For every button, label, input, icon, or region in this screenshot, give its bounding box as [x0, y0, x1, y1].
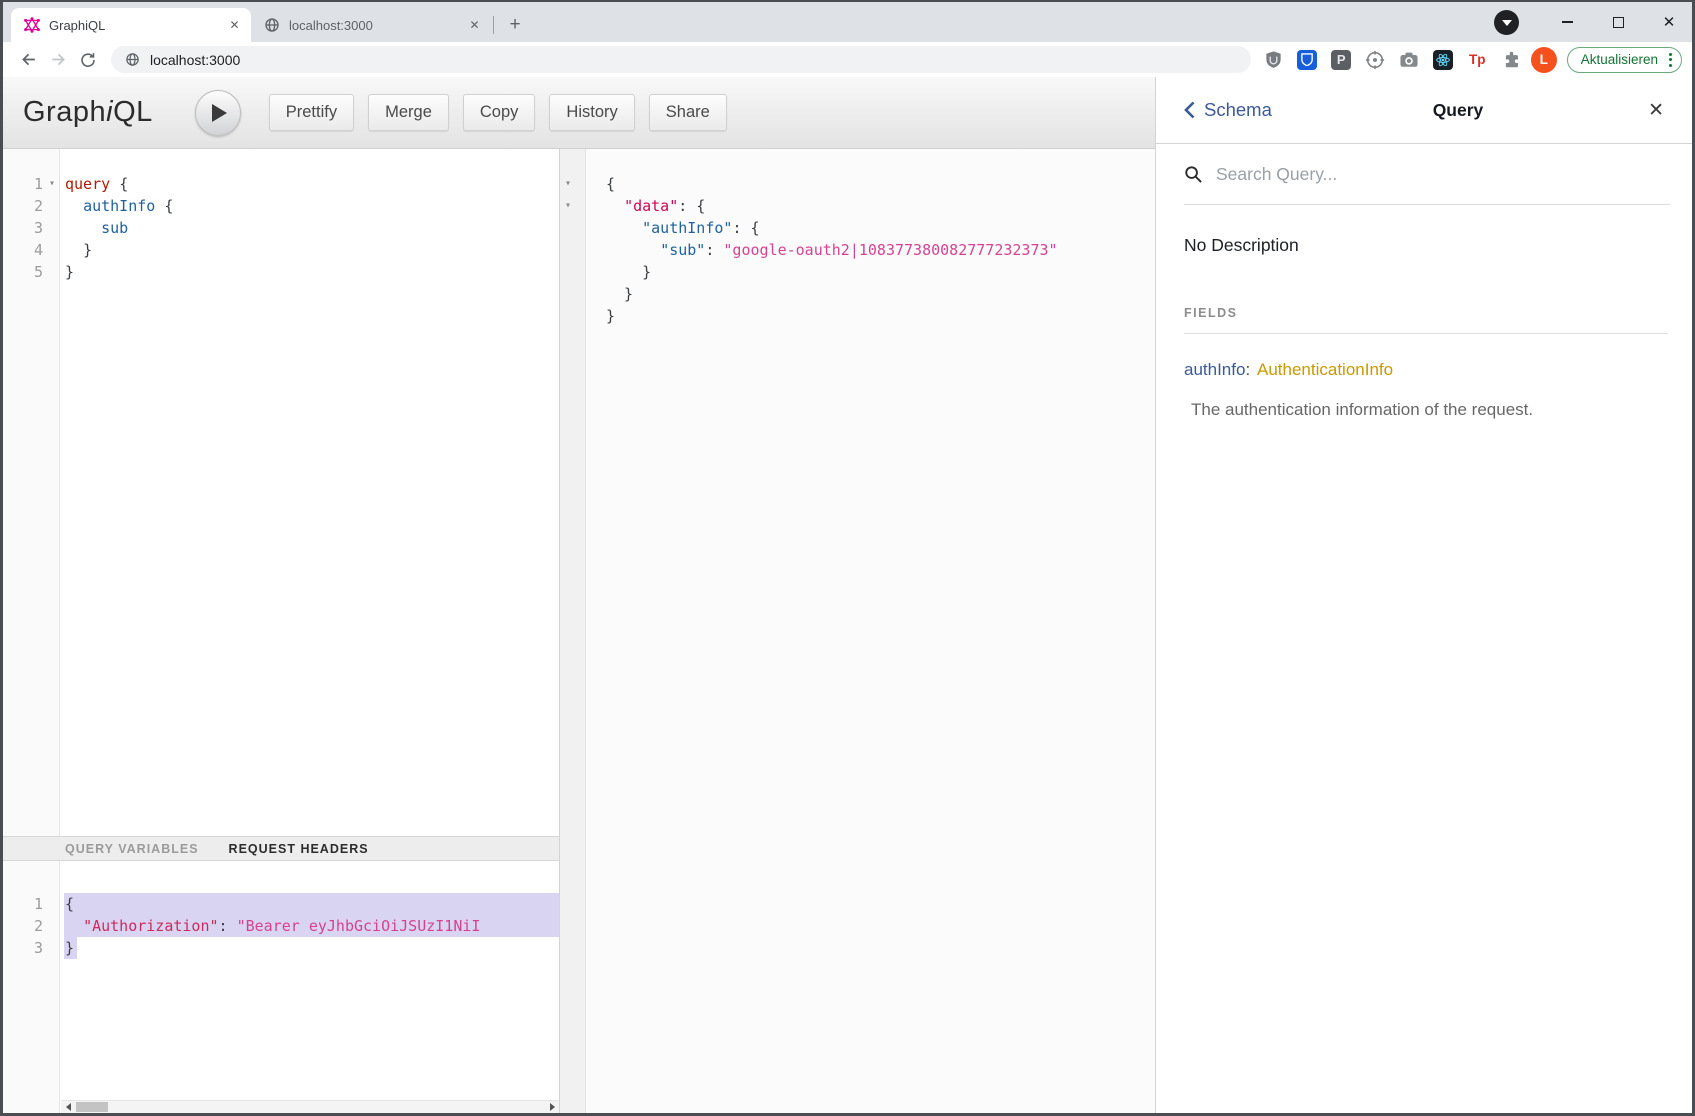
code-line: 3 sub: [3, 217, 559, 239]
execute-query-button[interactable]: [195, 90, 241, 136]
code-line: ▾{: [560, 173, 1155, 195]
graphiql-logo: GraphiQL: [23, 96, 153, 129]
code-line: 1{: [3, 893, 559, 915]
maximize-icon: [1613, 17, 1624, 28]
headers-code: 1{2 "Authorization": "Bearer eyJhbGciOiJ…: [3, 861, 559, 959]
profile-avatar[interactable]: L: [1531, 47, 1557, 73]
window-close-button[interactable]: ✕: [1654, 7, 1684, 37]
code-line: 2 authInfo {: [3, 195, 559, 217]
field-description: The authentication information of the re…: [1191, 400, 1664, 420]
forward-button[interactable]: [43, 45, 73, 75]
window-minimize-button[interactable]: [1552, 7, 1582, 37]
address-bar[interactable]: localhost:3000: [111, 46, 1251, 73]
query-editor[interactable]: 1▾query {2 authInfo {3 sub4 }5}: [3, 149, 559, 836]
doc-title: Query: [1272, 100, 1644, 121]
history-button[interactable]: History: [549, 94, 634, 131]
code-line: 4 }: [3, 239, 559, 261]
horizontal-scrollbar[interactable]: [61, 1100, 559, 1113]
tab-request-headers[interactable]: REQUEST HEADERS: [229, 842, 369, 856]
result-viewer[interactable]: ▾{▾ "data": { "authInfo": { "sub": "goog…: [560, 149, 1155, 1113]
doc-search: [1184, 144, 1670, 205]
toolbar-buttons: Prettify Merge Copy History Share: [269, 94, 727, 131]
graphql-logo-icon: [23, 17, 40, 34]
ublock-origin-icon[interactable]: [1263, 49, 1284, 70]
doc-search-input[interactable]: [1216, 164, 1670, 185]
code-line: 3}: [3, 937, 559, 959]
result-code: ▾{▾ "data": { "authInfo": { "sub": "goog…: [560, 149, 1155, 327]
tab-title: GraphiQL: [49, 18, 226, 33]
code-line: }: [560, 305, 1155, 327]
code-line: "authInfo": {: [560, 217, 1155, 239]
code-line: 2 "Authorization": "Bearer eyJhbGciOiJSU…: [3, 915, 559, 937]
code-line: ▾ "data": {: [560, 195, 1155, 217]
code-line: 1▾query {: [3, 173, 559, 195]
tab-title: localhost:3000: [289, 18, 466, 33]
doc-field-item: authInfo: AuthenticationInfo: [1184, 360, 1664, 380]
type-name-link[interactable]: AuthenticationInfo: [1257, 360, 1393, 379]
graphiql-app: GraphiQL Prettify Merge Copy History Share 1…: [3, 77, 1692, 1113]
doc-back-label: Schema: [1204, 99, 1272, 121]
bitwarden-icon[interactable]: [1297, 49, 1318, 70]
chevron-left-icon: [1184, 101, 1195, 119]
kebab-menu-icon[interactable]: [1667, 51, 1674, 69]
caret-down-icon: [1502, 20, 1512, 26]
globe-icon: [125, 52, 140, 67]
camera-icon[interactable]: [1399, 49, 1420, 70]
doc-close-button[interactable]: ✕: [1644, 97, 1668, 124]
new-tab-button[interactable]: +: [502, 12, 528, 38]
prettify-button[interactable]: Prettify: [269, 94, 354, 131]
react-devtools-icon[interactable]: [1433, 49, 1454, 70]
globe-icon: [263, 17, 280, 34]
merge-button[interactable]: Merge: [368, 94, 449, 131]
target-icon[interactable]: [1365, 49, 1386, 70]
code-line: }: [560, 261, 1155, 283]
search-icon: [1184, 165, 1203, 184]
extension-icons: P: [1263, 49, 1522, 70]
window-maximize-button[interactable]: [1603, 7, 1633, 37]
browser-tab-graphiql[interactable]: GraphiQL ✕: [11, 8, 251, 42]
scroll-right-arrow[interactable]: [545, 1101, 559, 1113]
play-icon: [212, 104, 227, 122]
request-headers-editor[interactable]: 1{2 "Authorization": "Bearer eyJhbGciOiJ…: [3, 861, 559, 1113]
extensions-puzzle-icon[interactable]: [1501, 49, 1522, 70]
scroll-left-arrow[interactable]: [61, 1101, 75, 1113]
address-url: localhost:3000: [150, 52, 240, 68]
update-button-label: Aktualisieren: [1581, 52, 1658, 67]
tab-query-variables[interactable]: QUERY VARIABLES: [65, 842, 199, 856]
code-line: 5}: [3, 261, 559, 283]
back-button[interactable]: [13, 45, 43, 75]
copy-button[interactable]: Copy: [463, 94, 536, 131]
minimize-icon: [1562, 21, 1573, 23]
browser-window: GraphiQL ✕ localhost:3000 ✕ + ✕: [0, 0, 1695, 1116]
doc-back-link[interactable]: Schema: [1184, 99, 1272, 121]
update-browser-button[interactable]: Aktualisieren: [1567, 47, 1682, 73]
p-extension-icon[interactable]: P: [1331, 49, 1352, 70]
fields-heading: FIELDS: [1184, 306, 1668, 334]
tab-divider: [493, 16, 494, 34]
field-colon: :: [1245, 360, 1250, 379]
share-button[interactable]: Share: [649, 94, 727, 131]
tab-close-icon[interactable]: ✕: [226, 17, 243, 34]
query-code: 1▾query {2 authInfo {3 sub4 }5}: [3, 149, 559, 283]
doc-explorer-header: Schema Query ✕: [1156, 77, 1692, 144]
reload-button[interactable]: [73, 45, 103, 75]
type-description: No Description: [1184, 235, 1664, 256]
graphiql-toolbar: GraphiQL Prettify Merge Copy History Share: [3, 77, 1155, 149]
tab-close-icon[interactable]: ✕: [466, 17, 483, 34]
browser-update-indicator[interactable]: [1494, 10, 1519, 35]
code-line: }: [560, 283, 1155, 305]
secondary-editor-tabs: QUERY VARIABLES REQUEST HEADERS: [3, 836, 559, 861]
browser-navbar: localhost:3000 P: [3, 42, 1692, 77]
close-icon: ✕: [1663, 15, 1676, 30]
browser-tabstrip: GraphiQL ✕ localhost:3000 ✕ + ✕: [3, 2, 1692, 42]
code-line: "sub": "google-oauth2|108377380082777232…: [560, 239, 1155, 261]
field-name-link[interactable]: authInfo: [1184, 360, 1245, 379]
scrollbar-thumb[interactable]: [76, 1102, 108, 1112]
tp-icon[interactable]: Tp: [1467, 49, 1488, 70]
documentation-explorer: Schema Query ✕ No Description FIELDS aut…: [1155, 77, 1692, 1113]
browser-tab-localhost[interactable]: localhost:3000 ✕: [251, 8, 491, 42]
